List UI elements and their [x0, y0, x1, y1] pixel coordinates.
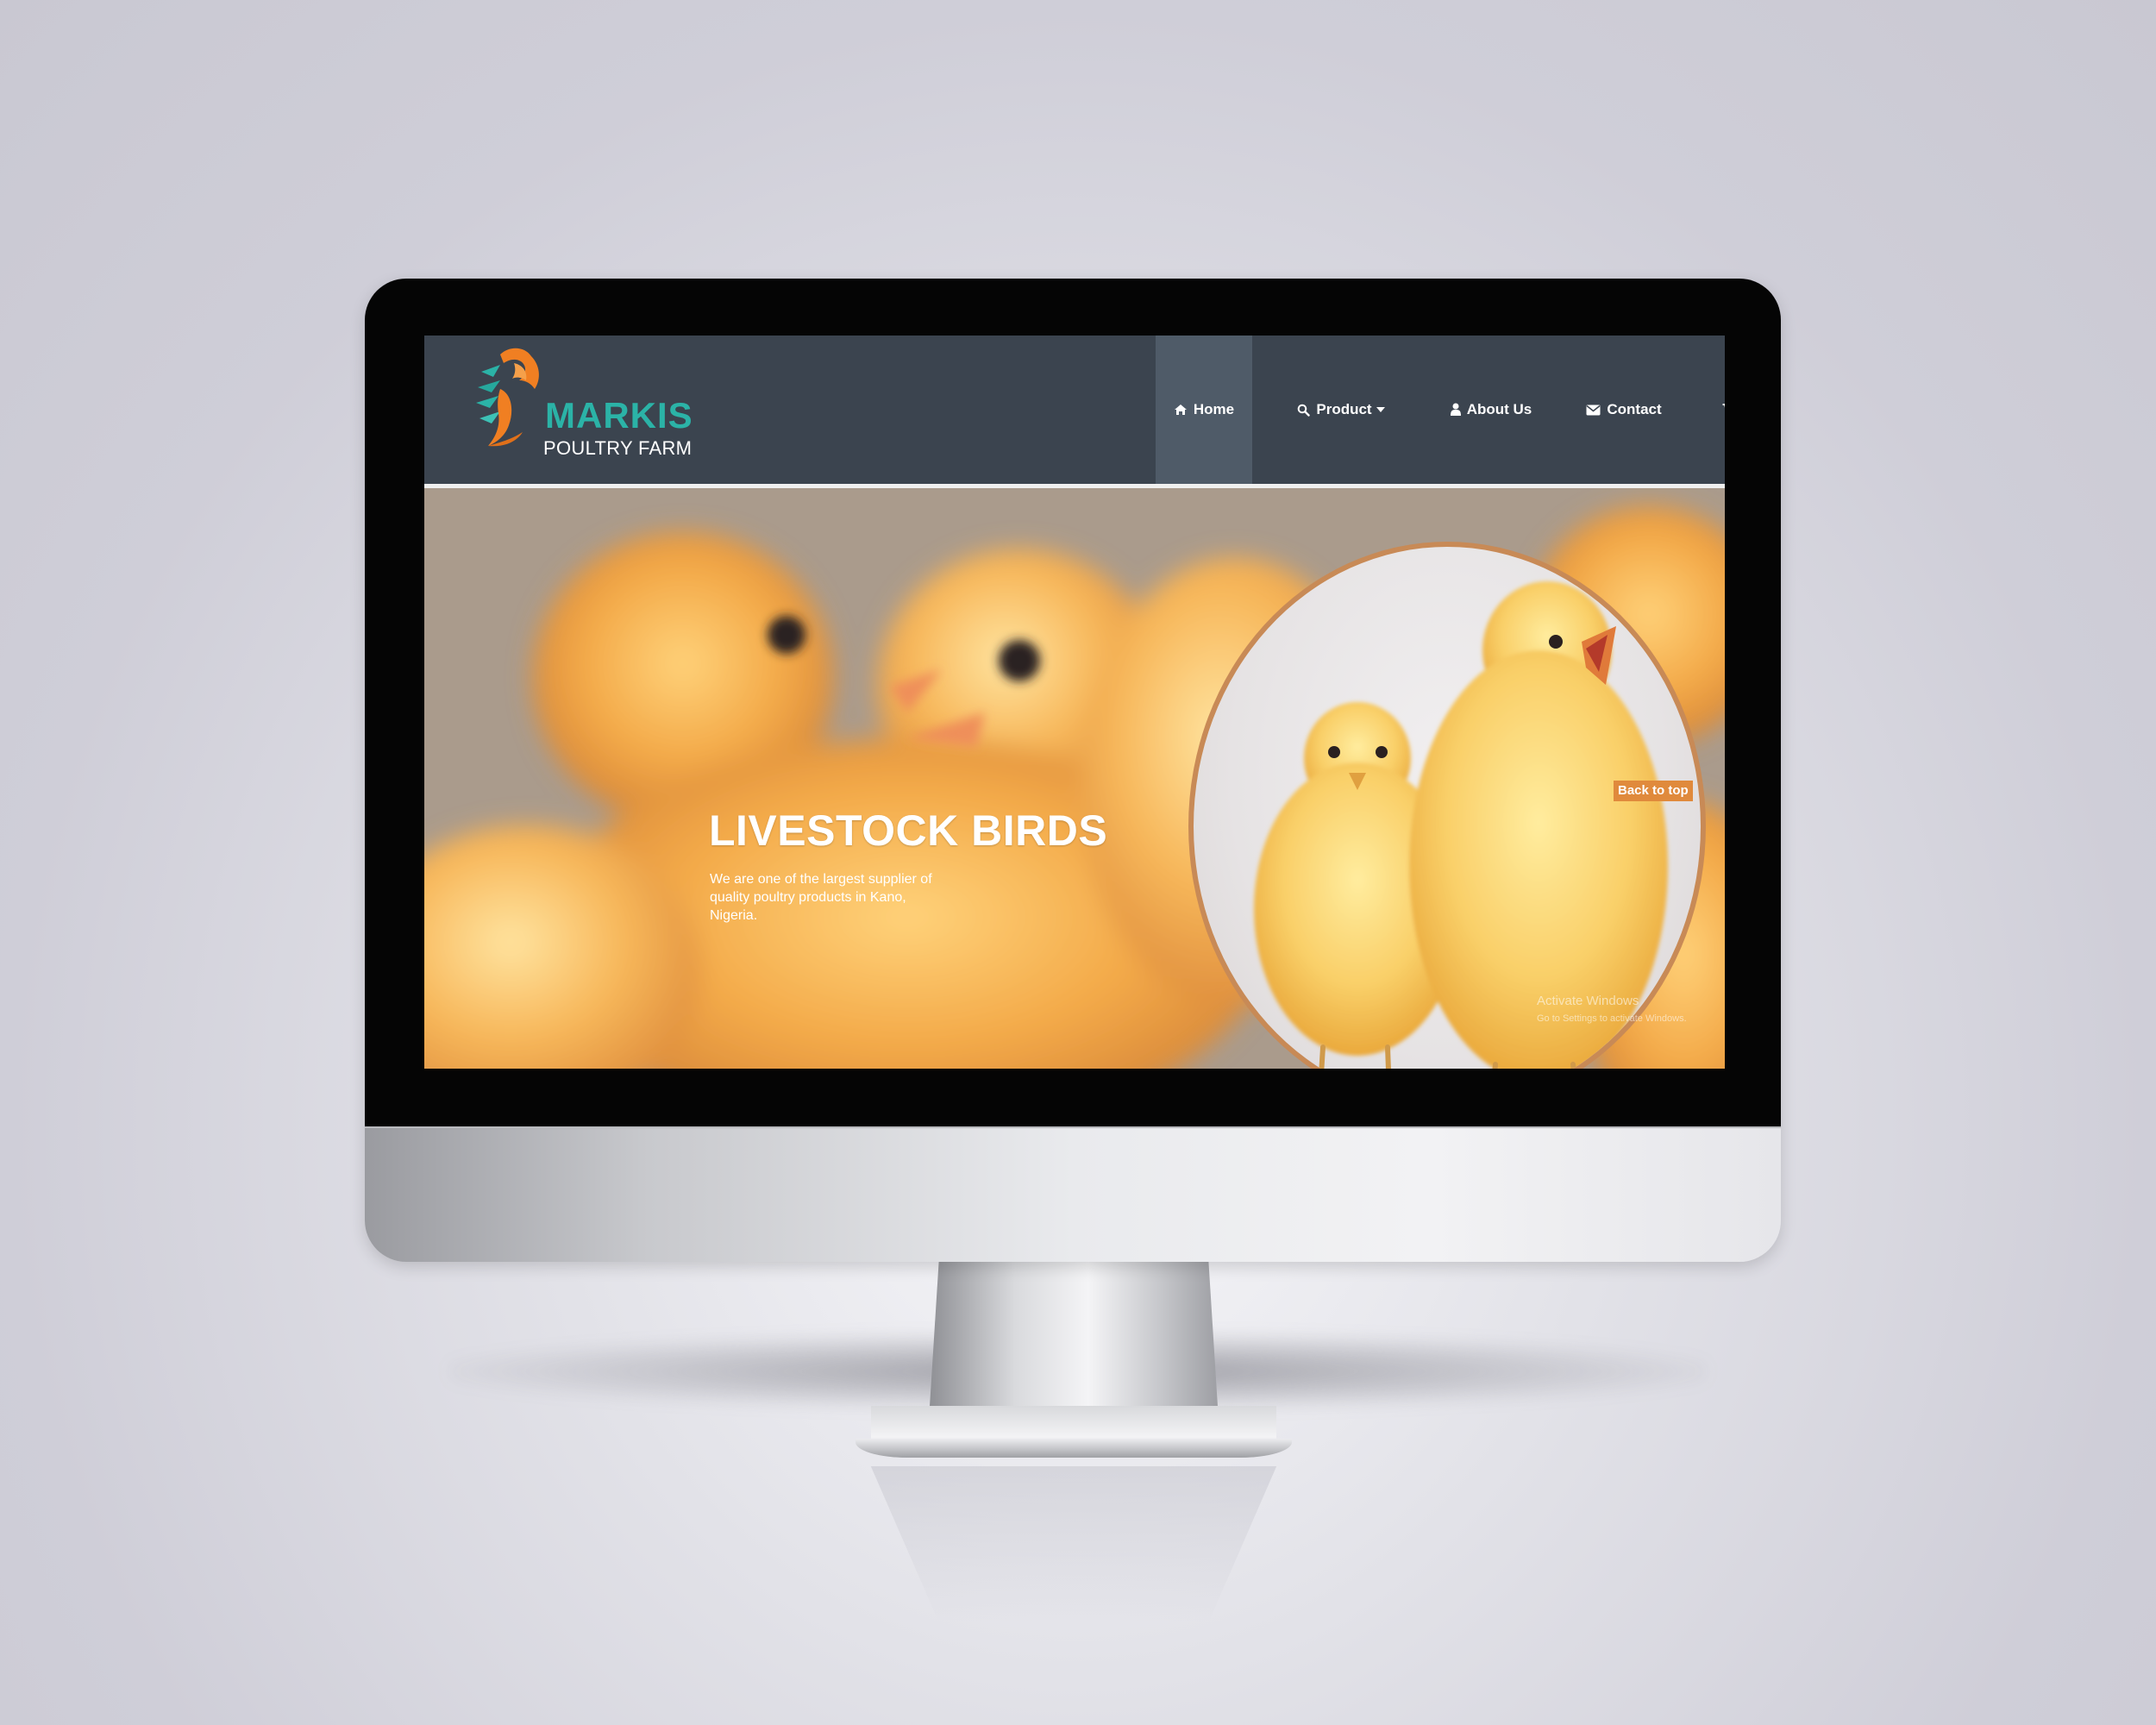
brand-name[interactable]: MARKIS [545, 398, 693, 434]
windows-activation-watermark: Activate Windows Go to Settings to activ… [1537, 993, 1687, 1027]
user-icon [1450, 403, 1461, 417]
back-to-top-button[interactable]: Back to top [1614, 781, 1693, 801]
monitor-chin [365, 1126, 1781, 1262]
home-icon [1174, 404, 1188, 416]
nav-about-us[interactable]: About Us [1430, 336, 1552, 484]
website-screen: MARKIS POULTRY FARM Home Product About U… [424, 336, 1725, 1069]
nav-product[interactable]: Product [1252, 336, 1430, 484]
cart-icon [1722, 404, 1725, 416]
nav-home[interactable]: Home [1156, 336, 1252, 484]
main-nav: Home Product About Us Contact [1156, 336, 1725, 484]
hero-banner: LIVESTOCK BIRDS We are one of the larges… [424, 488, 1725, 1069]
nav-cart[interactable] [1695, 336, 1725, 484]
nav-contact-label: Contact [1607, 401, 1662, 417]
rooster-logo-icon[interactable] [474, 346, 545, 449]
chevron-down-icon [1376, 407, 1385, 412]
monitor-stand-foot [856, 1439, 1292, 1458]
nav-about-us-label: About Us [1466, 401, 1532, 417]
hero-title: LIVESTOCK BIRDS [709, 806, 1108, 855]
stand-reflection [870, 1466, 1277, 1622]
hero-description: We are one of the largest supplier of qu… [710, 872, 932, 923]
watermark-line2: Go to Settings to activate Windows. [1537, 1013, 1687, 1024]
brand-subtitle[interactable]: POULTRY FARM [543, 439, 692, 458]
navbar: MARKIS POULTRY FARM Home Product About U… [424, 336, 1725, 484]
search-icon [1297, 404, 1311, 417]
nav-contact[interactable]: Contact [1552, 336, 1695, 484]
envelope-icon [1586, 405, 1601, 416]
watermark-line1: Activate Windows [1537, 994, 1639, 1008]
nav-home-label: Home [1193, 401, 1235, 417]
nav-product-label: Product [1316, 401, 1372, 417]
featured-chicks-image [1188, 542, 1706, 1069]
